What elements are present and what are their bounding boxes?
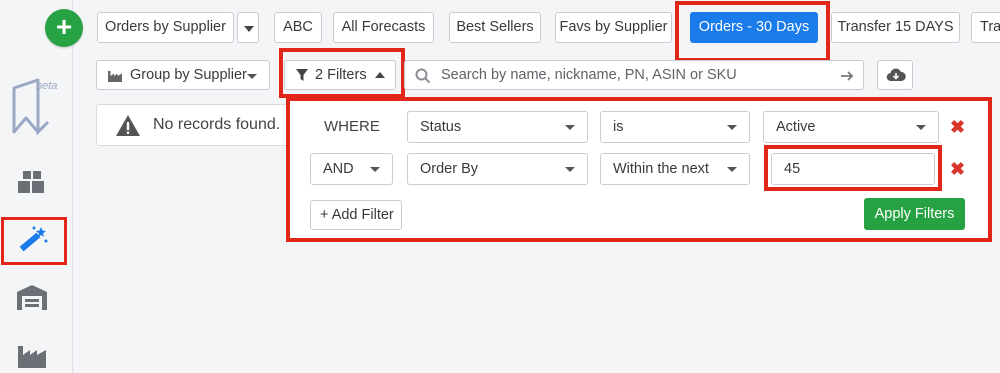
caret-down-icon xyxy=(247,74,257,79)
caret-down-icon xyxy=(244,26,254,32)
filter-operator-value: Within the next xyxy=(613,161,709,177)
search-placeholder: Search by name, nickname, PN, ASIN or SK… xyxy=(441,67,737,83)
group-by-label: Group by Supplier xyxy=(130,67,247,83)
conjunction-value: AND xyxy=(323,161,354,177)
filter-field-value: Order By xyxy=(420,161,479,177)
conjunction-select[interactable]: AND xyxy=(310,153,393,185)
where-label: WHERE xyxy=(324,118,380,135)
tab-orders-by-supplier[interactable]: Orders by Supplier xyxy=(97,12,234,43)
add-button[interactable]: + xyxy=(45,9,83,47)
filter-field-select[interactable]: Status xyxy=(407,111,588,143)
group-by-button[interactable]: Group by Supplier xyxy=(96,60,270,90)
filter-panel: WHERE Status is Active ✖ AND Order By Wi… xyxy=(286,97,992,242)
filter-value-select[interactable]: Active xyxy=(763,111,939,143)
active-tab-highlight xyxy=(675,1,830,62)
filter-field-value: Status xyxy=(420,119,462,135)
caret-down-icon xyxy=(565,167,575,172)
filter-field-select[interactable]: Order By xyxy=(407,153,588,185)
export-button[interactable] xyxy=(877,60,913,90)
empty-message: No records found. xyxy=(153,116,281,133)
remove-filter-button[interactable]: ✖ xyxy=(950,160,965,178)
caret-down-icon xyxy=(565,125,575,130)
empty-state-banner: No records found. xyxy=(96,104,296,146)
filter-value-input[interactable]: 45 xyxy=(771,153,935,185)
factory-icon xyxy=(108,71,122,82)
warning-icon xyxy=(116,115,140,136)
filter-value-value: 45 xyxy=(784,161,801,177)
search-icon xyxy=(415,68,431,84)
caret-down-icon xyxy=(916,125,926,130)
tab-overflow[interactable]: Tra xyxy=(971,12,1000,43)
filters-button-highlight xyxy=(279,48,405,98)
caret-down-icon xyxy=(727,125,737,130)
factory-icon[interactable] xyxy=(14,340,50,372)
boxes-icon[interactable] xyxy=(14,168,50,200)
filter-operator-select[interactable]: is xyxy=(600,111,750,143)
search-input[interactable]: Search by name, nickname, PN, ASIN or SK… xyxy=(404,60,864,90)
apply-filters-button[interactable]: Apply Filters xyxy=(864,198,965,230)
filter-operator-value: is xyxy=(613,119,624,135)
views-dropdown-button[interactable] xyxy=(237,12,259,43)
tab-best-sellers[interactable]: Best Sellers xyxy=(449,12,541,43)
tab-all-forecasts[interactable]: All Forecasts xyxy=(333,12,434,43)
tab-favs-by-supplier[interactable]: Favs by Supplier xyxy=(555,12,672,43)
cloud-download-icon xyxy=(886,68,906,82)
warehouse-icon[interactable] xyxy=(14,282,50,314)
remove-filter-button[interactable]: ✖ xyxy=(950,118,965,136)
caret-down-icon xyxy=(370,167,380,172)
add-filter-button[interactable]: + Add Filter xyxy=(310,200,402,230)
sidebar-highlight xyxy=(1,217,67,265)
caret-down-icon xyxy=(727,167,737,172)
saved-views-tabs: Orders by Supplier ABC All Forecasts Bes… xyxy=(96,0,1000,60)
filter-value-value: Active xyxy=(776,119,816,135)
filter-operator-select[interactable]: Within the next xyxy=(600,153,750,185)
tab-abc[interactable]: ABC xyxy=(274,12,322,43)
tab-transfer-15-days[interactable]: Transfer 15 DAYS xyxy=(831,12,960,43)
plus-icon: + xyxy=(55,11,73,42)
arrow-right-icon[interactable] xyxy=(839,68,855,84)
beta-label: beta xyxy=(36,80,58,92)
